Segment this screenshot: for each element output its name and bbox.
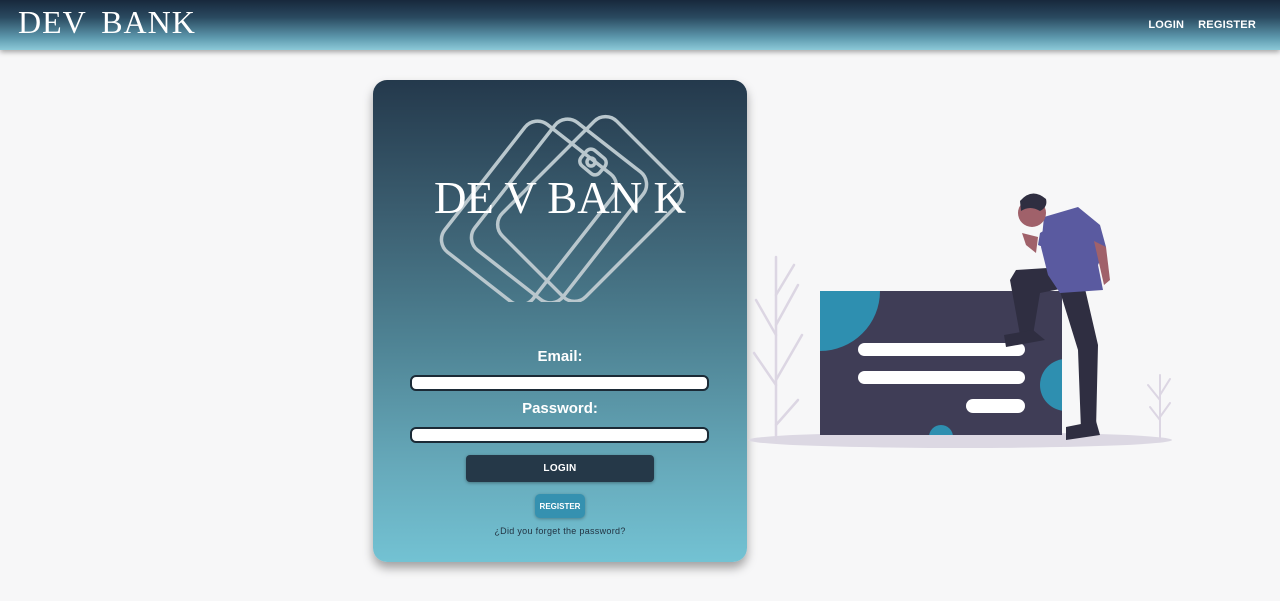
brand-logo[interactable]: DEV BANK (18, 4, 196, 41)
person-with-card-illustration (748, 193, 1172, 448)
login-button[interactable]: LOGIN (466, 455, 654, 482)
plant-right (1147, 374, 1171, 441)
forgot-password-link[interactable]: ¿Did you forget the password? (373, 526, 747, 536)
email-label: Email: (537, 348, 583, 365)
top-nav: LOGIN REGISTER (1148, 19, 1256, 31)
plant-left (752, 255, 804, 442)
register-button[interactable]: REGISTER (535, 494, 585, 518)
login-card: DE V BAN K Email: Password: LOGIN REGIST… (373, 80, 747, 562)
card-logo-title: DE V BAN K (433, 173, 687, 223)
password-label: Password: (522, 400, 598, 417)
nav-login-link[interactable]: LOGIN (1148, 19, 1184, 31)
top-navbar: DEV BANK LOGIN REGISTER (0, 0, 1280, 50)
nav-register-link[interactable]: REGISTER (1198, 19, 1256, 31)
password-input[interactable] (410, 427, 709, 443)
email-input[interactable] (410, 375, 709, 391)
